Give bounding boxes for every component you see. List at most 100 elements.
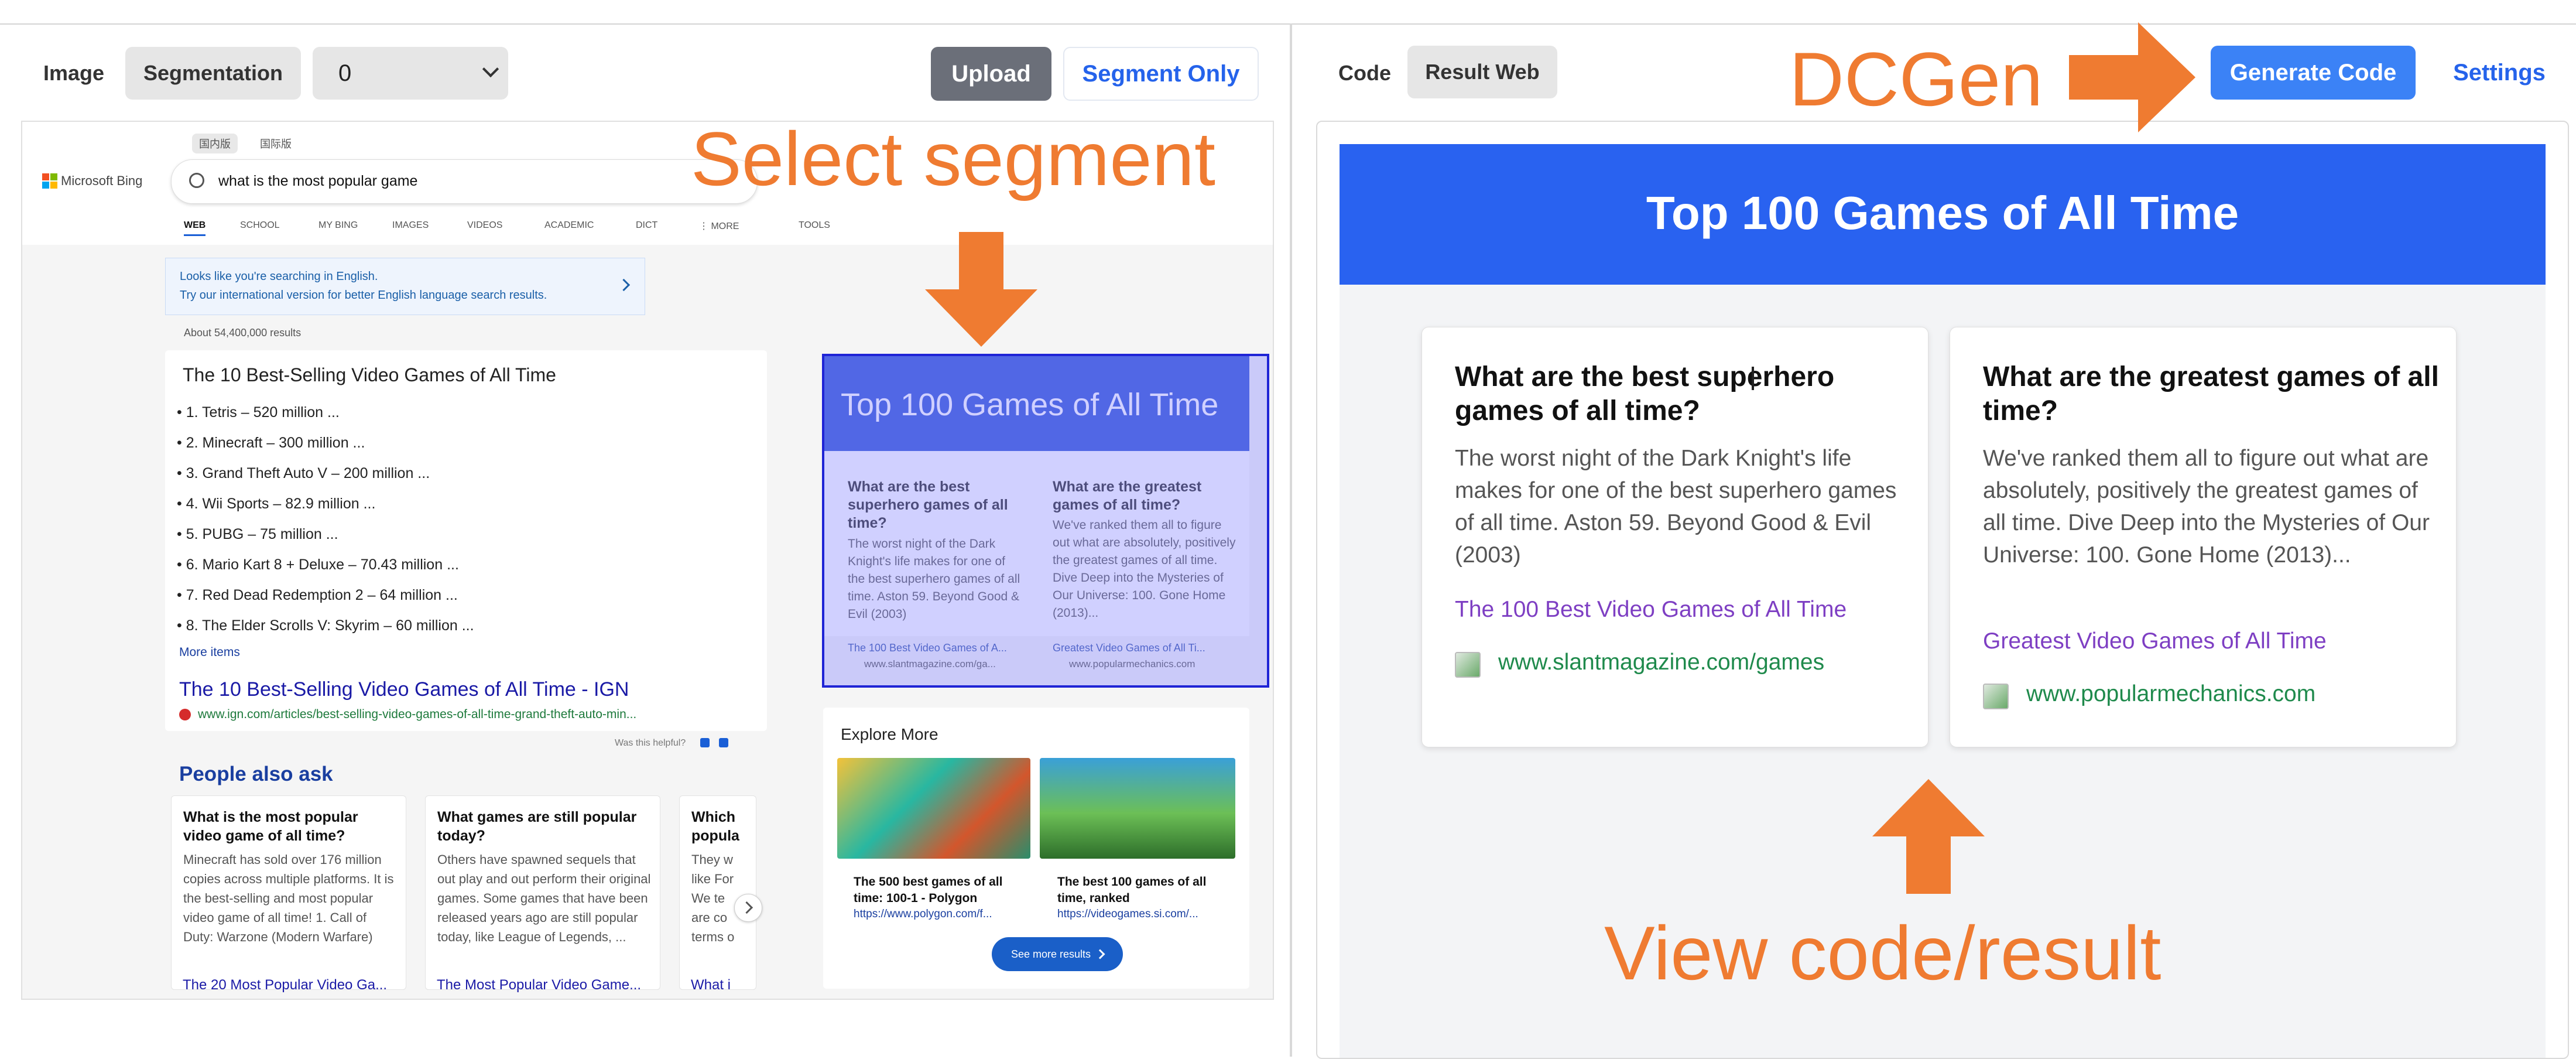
- paa-question: Which popula: [691, 809, 739, 844]
- see-more-label: See more results: [1010, 948, 1091, 960]
- paa-link[interactable]: What i: [691, 977, 731, 993]
- thumbs-down-icon[interactable]: [719, 738, 728, 747]
- paa-title: People also ask: [179, 763, 333, 785]
- list-item: • 6. Mario Kart 8 + Deluxe – 70.43 milli…: [177, 556, 459, 573]
- list-item: • 8. The Elder Scrolls V: Skyrim – 60 mi…: [177, 617, 474, 634]
- paa-answer: Others have spawned sequels that out pla…: [437, 852, 651, 944]
- list-item: • 7. Red Dead Redemption 2 – 64 million …: [177, 587, 458, 603]
- explore-item1-title[interactable]: The 500 best games of all time: 100-1 - …: [854, 874, 1035, 907]
- list-title: The 10 Best-Selling Video Games of All T…: [183, 364, 556, 385]
- chevron-right-icon: [1095, 949, 1105, 959]
- card2-heading: What are the greatest games of all time?: [1983, 361, 2439, 426]
- nav-videos[interactable]: VIDEOS: [467, 220, 502, 231]
- dcgen-annotation: DCGen: [1789, 36, 2043, 122]
- search-icon: [189, 173, 204, 188]
- explore-title: Explore More: [841, 725, 938, 743]
- broken-image-icon: [1455, 652, 1481, 678]
- bing-screenshot: Microsoft Bing 国内版 国际版 what is the most …: [21, 121, 1274, 1000]
- arrow-right-icon: [2069, 22, 2195, 132]
- segment-select-value: 0: [338, 60, 352, 86]
- chevron-right-icon: [740, 901, 753, 914]
- game-thumbnail-2[interactable]: [1040, 758, 1235, 859]
- arrow-up-icon: [1872, 779, 1985, 894]
- result-header: Top 100 Games of All Time: [1340, 144, 2546, 285]
- bing-search-box[interactable]: what is the most popular game: [171, 159, 758, 204]
- language-notice[interactable]: Looks like you're searching in English. …: [165, 258, 645, 315]
- nav-academic[interactable]: ACADEMIC: [544, 220, 594, 231]
- list-item: • 1. Tetris – 520 million ...: [177, 404, 340, 421]
- list-item: • 5. PUBG – 75 million ...: [177, 526, 338, 542]
- segmentation-tab[interactable]: Segmentation: [125, 47, 301, 100]
- card1-text: The worst night of the Dark Knight's lif…: [1455, 446, 1897, 568]
- nav-web[interactable]: WEB: [184, 220, 206, 236]
- image-tab[interactable]: Image: [43, 61, 104, 86]
- thumbs-up-icon[interactable]: [700, 738, 710, 747]
- list-item: • 3. Grand Theft Auto V – 200 million ..…: [177, 465, 430, 481]
- notice-line-1: Looks like you're searching in English.: [180, 270, 378, 283]
- paa-answer: They w like For We te are co terms o: [691, 852, 735, 944]
- text-cursor-icon: [1752, 367, 1754, 390]
- nav-dict[interactable]: DICT: [636, 220, 657, 231]
- explore-item1-url[interactable]: https://www.polygon.com/f...: [854, 908, 992, 921]
- region-tab-cn[interactable]: 国内版: [192, 134, 238, 153]
- chevron-down-icon: [482, 60, 499, 78]
- settings-button[interactable]: Settings: [2431, 46, 2568, 100]
- paa-question: What games are still popular today?: [437, 809, 637, 844]
- see-more-button[interactable]: See more results: [992, 937, 1123, 971]
- paa-card[interactable]: What is the most popular video game of a…: [171, 795, 406, 990]
- bing-logo-text: Microsoft Bing: [61, 173, 143, 188]
- result-link[interactable]: The 10 Best-Selling Video Games of All T…: [179, 678, 629, 701]
- result-card: The 10 Best-Selling Video Games of All T…: [165, 350, 767, 731]
- broken-image-icon: [1983, 684, 2009, 709]
- upload-button[interactable]: Upload: [931, 47, 1051, 101]
- result-title: Top 100 Games of All Time: [1646, 187, 2239, 239]
- result-card-1: What are the best superhero games of all…: [1421, 327, 1928, 747]
- explore-item2-title[interactable]: The best 100 games of all time, ranked: [1057, 874, 1233, 907]
- panel-divider: [1290, 23, 1292, 1057]
- paa-link[interactable]: The Most Popular Video Game...: [437, 977, 641, 993]
- paa-card[interactable]: Which popula They w like For We te are c…: [679, 795, 756, 990]
- chevron-right-icon: [617, 278, 631, 292]
- arrow-down-icon: [925, 232, 1037, 347]
- paa-question: What is the most popular video game of a…: [183, 809, 358, 844]
- result-card-2: What are the greatest games of all time?…: [1950, 327, 2457, 747]
- result-url[interactable]: www.ign.com/articles/best-selling-video-…: [198, 708, 636, 722]
- result-count: About 54,400,000 results: [184, 327, 302, 339]
- notice-line-2: Try our international version for better…: [180, 289, 547, 302]
- microsoft-logo-icon: [42, 173, 57, 189]
- nav-tools[interactable]: TOOLS: [799, 220, 830, 231]
- select-segment-annotation: Select segment: [691, 116, 1216, 201]
- segment-selection-overlay[interactable]: [822, 354, 1269, 688]
- generate-code-button[interactable]: Generate Code: [2211, 46, 2416, 100]
- nav-images[interactable]: IMAGES: [392, 220, 429, 231]
- list-item: • 2. Minecraft – 300 million ...: [177, 435, 365, 451]
- explore-more-card: Explore More The 500 best games of all t…: [823, 708, 1249, 989]
- card2-link[interactable]: Greatest Video Games of All Time: [1983, 628, 2327, 654]
- bing-nav: WEB SCHOOL MY BING IMAGES VIDEOS ACADEMI…: [184, 220, 830, 238]
- view-result-annotation: View code/result: [1604, 910, 2161, 996]
- paa-next-button[interactable]: [734, 894, 762, 922]
- card1-heading: What are the best superhero games of all…: [1455, 361, 1835, 426]
- paa-card[interactable]: What games are still popular today? Othe…: [425, 795, 660, 990]
- region-tab-intl[interactable]: 国际版: [260, 136, 292, 151]
- more-items-link[interactable]: More items: [179, 645, 240, 660]
- result-web-tab[interactable]: Result Web: [1407, 46, 1557, 98]
- explore-item2-url[interactable]: https://videogames.si.com/...: [1057, 908, 1198, 921]
- helpful-text: Was this helpful?: [615, 738, 686, 748]
- paa-answer: Minecraft has sold over 176 million copi…: [183, 852, 394, 944]
- card2-url[interactable]: www.popularmechanics.com: [2026, 681, 2315, 707]
- card2-text: We've ranked them all to figure out what…: [1983, 446, 2430, 568]
- card1-url[interactable]: www.slantmagazine.com/games: [1498, 650, 1824, 675]
- list-item: • 4. Wii Sports – 82.9 million ...: [177, 496, 376, 512]
- code-tab[interactable]: Code: [1338, 61, 1391, 86]
- nav-school[interactable]: SCHOOL: [240, 220, 280, 231]
- search-query[interactable]: what is the most popular game: [218, 173, 417, 190]
- segment-select[interactable]: 0: [313, 47, 508, 100]
- ign-favicon-icon: [179, 709, 191, 720]
- nav-my-bing[interactable]: MY BING: [318, 220, 358, 231]
- game-thumbnail-1[interactable]: [837, 758, 1030, 859]
- nav-more[interactable]: ⋮ MORE: [699, 220, 739, 232]
- card1-link[interactable]: The 100 Best Video Games of All Time: [1455, 597, 1847, 623]
- paa-link[interactable]: The 20 Most Popular Video Ga...: [183, 977, 387, 993]
- segment-only-button[interactable]: Segment Only: [1063, 47, 1259, 101]
